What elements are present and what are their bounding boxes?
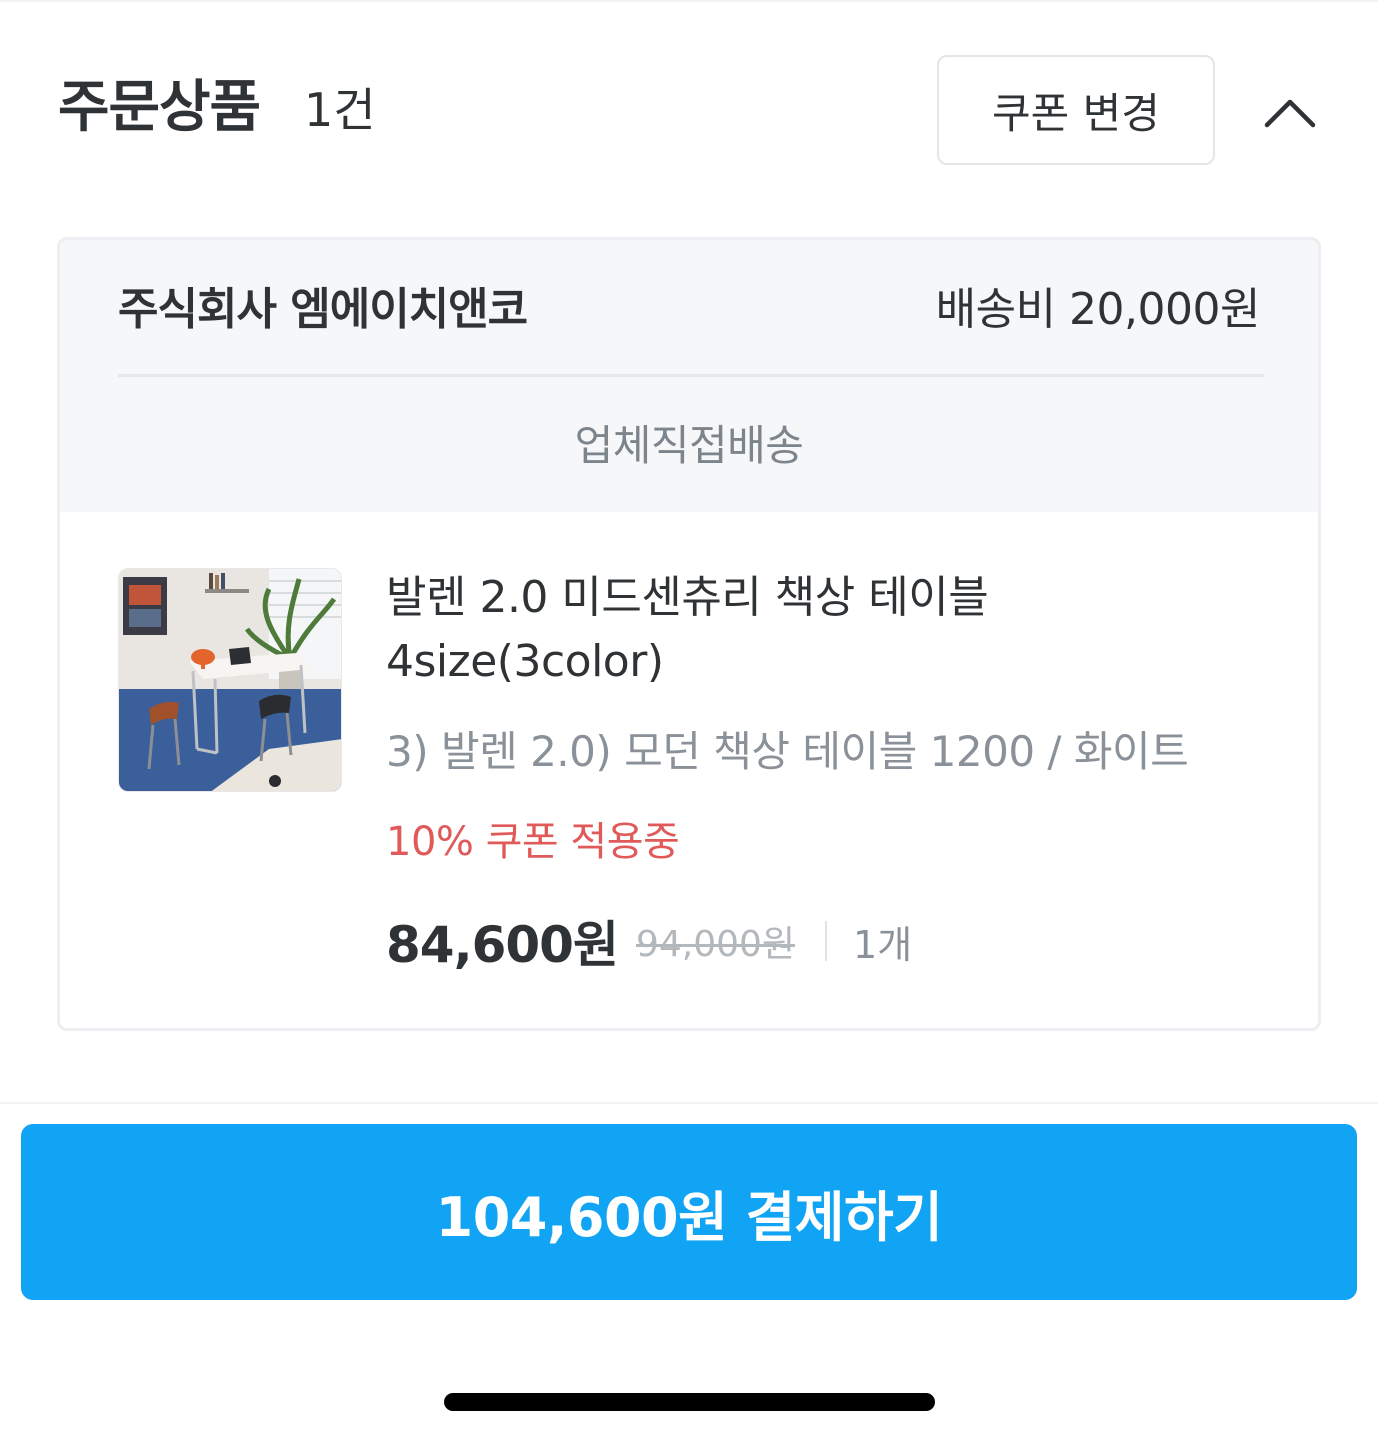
section-title: 주문상품	[58, 75, 261, 140]
pay-button[interactable]: 104,600원 결제하기	[21, 1124, 1357, 1300]
section-divider	[0, 1102, 1378, 1104]
divider	[825, 921, 828, 961]
seller-name: 주식회사 엠에이치앤코	[118, 284, 528, 335]
order-card: 주식회사 엠에이치앤코 배송비 20,000원 업체직접배송 발렌 2.0 미드…	[57, 237, 1321, 1031]
item-count: 1건	[304, 83, 376, 137]
product-thumbnail[interactable]	[118, 568, 342, 792]
shipping-method: 업체직접배송	[574, 421, 804, 470]
sale-price: 84,600원	[386, 916, 619, 974]
seller-header: 주식회사 엠에이치앤코 배송비 20,000원 업체직접배송	[60, 240, 1318, 512]
chevron-up-icon[interactable]	[1262, 90, 1318, 134]
shipping-fee: 배송비 20,000원	[935, 284, 1261, 335]
quantity: 1개	[853, 922, 913, 967]
original-price: 94,000원	[635, 924, 796, 965]
coupon-applied-label: 10% 쿠폰 적용중	[386, 819, 680, 865]
home-indicator[interactable]	[444, 1393, 935, 1411]
price-row: 84,600원 94,000원 1개	[386, 906, 912, 976]
divider	[118, 374, 1264, 377]
product-name[interactable]: 발렌 2.0 미드센츄리 책상 테이블 4size(3color)	[386, 566, 1266, 694]
product-option: 3) 발렌 2.0) 모던 책상 테이블 1200 / 화이트	[386, 727, 1189, 776]
top-divider	[0, 0, 1378, 2]
change-coupon-button[interactable]: 쿠폰 변경	[937, 55, 1215, 165]
order-summary-page: 주문상품 1건 쿠폰 변경 주식회사 엠에이치앤코 배송비 20,000원 업체…	[0, 0, 1378, 1440]
